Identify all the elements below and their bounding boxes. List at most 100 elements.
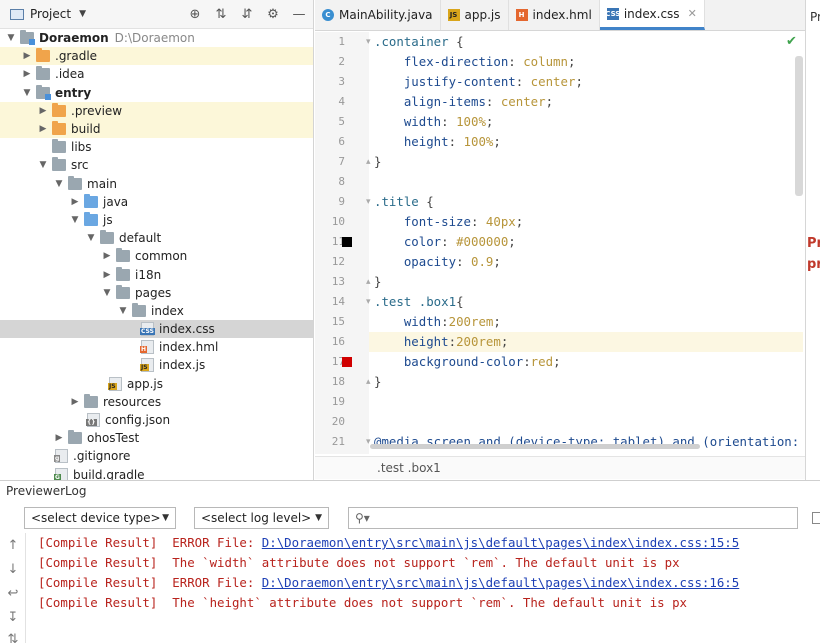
- chevron-right-icon[interactable]: ▶: [20, 51, 34, 61]
- chevron-down-icon[interactable]: ▼: [84, 233, 98, 243]
- code-line[interactable]: flex-direction: column;: [369, 52, 803, 72]
- chevron-right-icon[interactable]: ▶: [36, 106, 50, 116]
- vertical-scrollbar[interactable]: [795, 56, 803, 196]
- code-line[interactable]: color: #000000;: [369, 232, 803, 252]
- fold-icon[interactable]: ▾: [366, 437, 374, 447]
- code-line[interactable]: @media screen and (device-type: tablet) …: [369, 432, 803, 452]
- log-file-link[interactable]: D:\Doraemon\entry\src\main\js\default\pa…: [262, 535, 739, 550]
- scroll-to-end-icon[interactable]: ↧: [6, 611, 20, 625]
- chevron-down-icon[interactable]: ▼: [52, 179, 66, 189]
- tab-index-css[interactable]: CSS index.css ✕: [599, 0, 705, 30]
- tree-item-gitignore[interactable]: g .gitignore: [0, 447, 313, 465]
- chevron-right-icon[interactable]: ▶: [20, 69, 34, 79]
- tree-item-preview[interactable]: ▶ .preview: [0, 101, 313, 120]
- chevron-down-icon[interactable]: ▼: [68, 215, 82, 225]
- tree-item-idea[interactable]: ▶ .idea: [0, 65, 313, 83]
- color-swatch-icon[interactable]: [342, 357, 352, 367]
- fold-icon[interactable]: ▾: [366, 37, 374, 47]
- tree-item-index-dir[interactable]: ▼ index: [0, 302, 313, 320]
- code-line[interactable]: [369, 172, 803, 192]
- tree-item-ohostest[interactable]: ▶ ohosTest: [0, 429, 313, 447]
- chevron-down-icon[interactable]: ▼: [20, 88, 34, 98]
- tree-item-i18n[interactable]: ▶ i18n: [0, 265, 313, 283]
- fold-icon[interactable]: ▴: [366, 377, 374, 387]
- chevron-right-icon[interactable]: ▶: [68, 197, 82, 207]
- code-line[interactable]: }: [369, 372, 803, 392]
- arrow-up-icon[interactable]: ↑: [6, 539, 20, 553]
- collapse-all-icon[interactable]: ⇵: [239, 6, 255, 22]
- code-line[interactable]: align-items: center;: [369, 92, 803, 112]
- chevron-right-icon[interactable]: ▶: [100, 251, 114, 261]
- tree-item-pages[interactable]: ▼ pages: [0, 284, 313, 302]
- log-level-select[interactable]: <select log level> ▼: [194, 507, 329, 529]
- tree-item-index-js[interactable]: JS index.js: [0, 356, 313, 374]
- log-search-input[interactable]: ⚲▾: [348, 507, 798, 529]
- tree-item-libs[interactable]: ▶ libs: [0, 138, 313, 156]
- tab-app-js[interactable]: JS app.js: [441, 0, 509, 30]
- code-line[interactable]: background-color:red;: [369, 352, 803, 372]
- tree-item-default[interactable]: ▼ default: [0, 229, 313, 247]
- chevron-right-icon[interactable]: ▶: [100, 270, 114, 280]
- chevron-down-icon[interactable]: ▼: [100, 288, 114, 298]
- tree-item-main[interactable]: ▼ main: [0, 175, 313, 193]
- fold-icon[interactable]: ▴: [366, 157, 374, 167]
- tree-item-js[interactable]: ▼ js: [0, 211, 313, 229]
- locate-icon[interactable]: ⊕: [187, 6, 203, 22]
- code-line[interactable]: .container {: [369, 32, 803, 52]
- tree-item-index-hml[interactable]: H index.hml: [0, 338, 313, 356]
- tree-item-gradle-dir[interactable]: ▶ .gradle: [0, 47, 313, 66]
- tree-item-doraemon[interactable]: ▼ Doraemon D:\Doraemon: [0, 29, 313, 47]
- minimize-icon[interactable]: —: [291, 6, 307, 22]
- tree-item-resources[interactable]: ▶ resources: [0, 393, 313, 411]
- code-line[interactable]: justify-content: center;: [369, 72, 803, 92]
- sort-icon[interactable]: ⇅: [6, 633, 20, 643]
- tree-item-build[interactable]: ▶ build: [0, 119, 313, 139]
- chevron-right-icon[interactable]: ▶: [36, 124, 50, 134]
- chevron-down-icon[interactable]: ▼: [4, 33, 18, 43]
- tree-item-entry[interactable]: ▼ entry: [0, 84, 313, 102]
- color-swatch-icon[interactable]: [342, 237, 352, 247]
- tree-item-app-js[interactable]: JS app.js: [0, 375, 313, 393]
- expand-all-icon[interactable]: ⇅: [213, 6, 229, 22]
- code-line[interactable]: [369, 412, 803, 432]
- chevron-down-icon[interactable]: ▼: [36, 160, 50, 170]
- chevron-down-icon[interactable]: ▼: [116, 306, 130, 316]
- tab-index-hml[interactable]: H index.hml: [509, 0, 600, 30]
- log-file-link[interactable]: D:\Doraemon\entry\src\main\js\default\pa…: [262, 575, 739, 590]
- chevron-right-icon[interactable]: ▶: [52, 433, 66, 443]
- tree-item-build-gradle[interactable]: G build.gradle: [0, 466, 313, 480]
- close-icon[interactable]: ✕: [688, 7, 697, 20]
- code-line[interactable]: }: [369, 272, 803, 292]
- horizontal-scrollbar[interactable]: [370, 444, 700, 449]
- device-type-select[interactable]: <select device type> ▼: [24, 507, 176, 529]
- code-line[interactable]: font-size: 40px;: [369, 212, 803, 232]
- code-line[interactable]: .test .box1{: [369, 292, 803, 312]
- code-line[interactable]: }: [369, 152, 803, 172]
- arrow-down-icon[interactable]: ↓: [6, 563, 20, 577]
- code-line[interactable]: width: 100%;: [369, 112, 803, 132]
- code-line[interactable]: [369, 392, 803, 412]
- fold-icon[interactable]: ▾: [366, 197, 374, 207]
- fold-icon[interactable]: ▾: [366, 297, 374, 307]
- tab-mainability-java[interactable]: C MainAbility.java: [315, 0, 441, 30]
- previewer-tab[interactable]: Pr: [810, 10, 820, 24]
- project-title[interactable]: Project: [30, 7, 71, 21]
- tree-item-java[interactable]: ▶ java: [0, 193, 313, 211]
- code-line[interactable]: opacity: 0.9;: [369, 252, 803, 272]
- code-line[interactable]: .title {: [369, 192, 803, 212]
- tree-item-config-json[interactable]: {} config.json: [0, 411, 313, 429]
- code-editor[interactable]: .container { flex-direction: column; jus…: [369, 32, 803, 454]
- tree-item-common[interactable]: ▶ common: [0, 247, 313, 265]
- chevron-right-icon[interactable]: ▶: [68, 397, 82, 407]
- tree-item-src[interactable]: ▼ src: [0, 156, 313, 174]
- code-line[interactable]: height: 100%;: [369, 132, 803, 152]
- chevron-down-icon[interactable]: ▼: [79, 9, 86, 19]
- code-line[interactable]: height:200rem;: [369, 332, 803, 352]
- fold-icon[interactable]: ▴: [366, 277, 374, 287]
- code-line[interactable]: width:200rem;: [369, 312, 803, 332]
- breadcrumb-item[interactable]: .test .box1: [377, 461, 441, 475]
- regex-checkbox[interactable]: [812, 512, 820, 524]
- tree-item-index-css[interactable]: CSS index.css: [0, 320, 313, 339]
- soft-wrap-icon[interactable]: ↩: [6, 587, 20, 601]
- gear-icon[interactable]: ⚙: [265, 6, 281, 22]
